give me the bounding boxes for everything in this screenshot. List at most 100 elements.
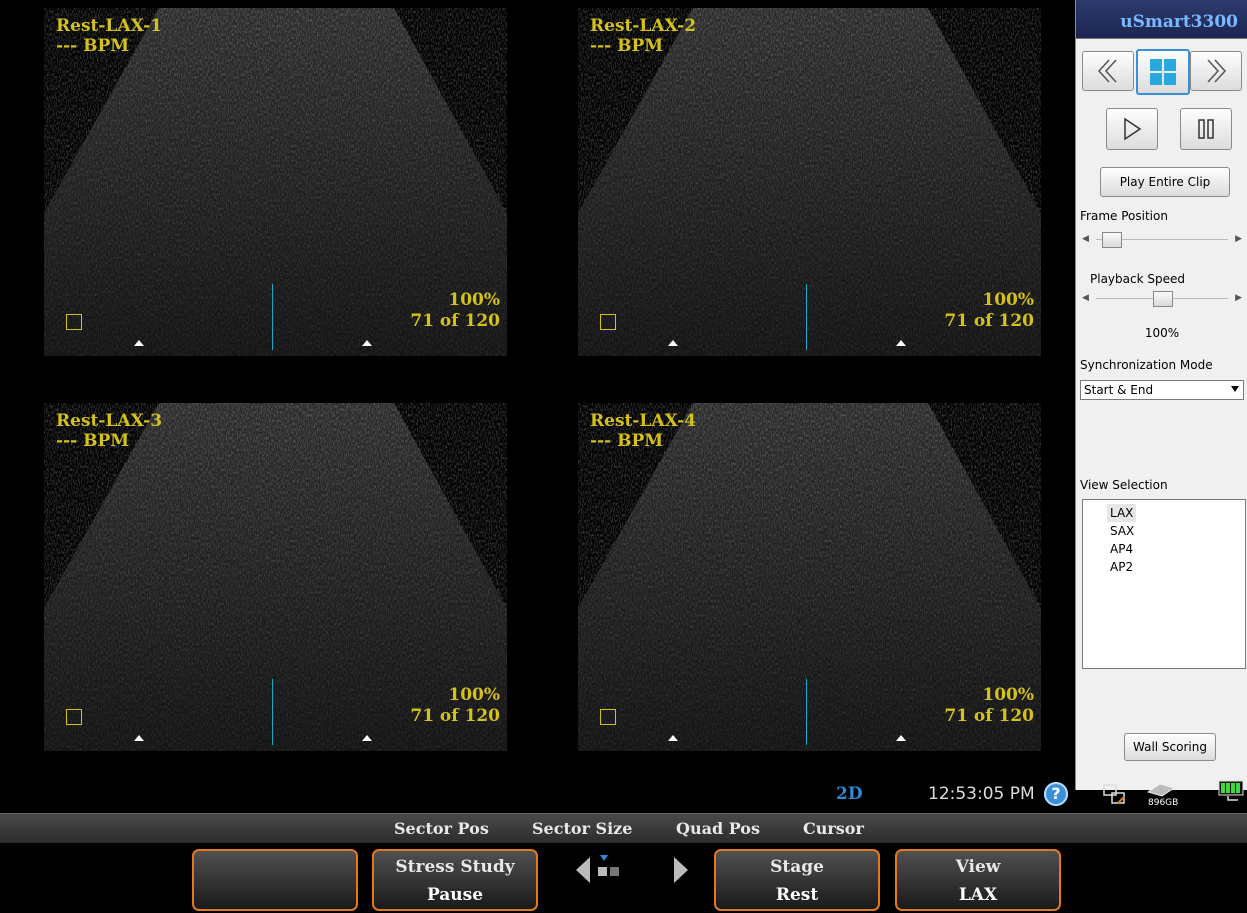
panel-header: uSmart3300 [1076, 0, 1247, 39]
ultrasound-sector [44, 8, 507, 356]
wall-scoring-button[interactable]: Wall Scoring [1124, 733, 1216, 761]
play-entire-clip-button[interactable]: Play Entire Clip [1100, 167, 1230, 197]
playback-speed-slider[interactable]: ◀ ▶ [1080, 291, 1244, 307]
battery-icon [1218, 780, 1244, 801]
heart-rate: --- BPM [590, 36, 664, 56]
frame-position-label: Frame Position [1080, 209, 1168, 223]
softkey-sector-size[interactable]: Sector Size [532, 819, 632, 838]
stress-study-key[interactable]: Stress Study Pause [372, 849, 538, 911]
play-icon [1124, 117, 1142, 141]
playback-speed-label: Playback Speed [1090, 272, 1185, 286]
previous-button[interactable] [1082, 51, 1134, 91]
stage-value: Rest [775, 885, 819, 905]
cursor-line[interactable] [272, 679, 273, 745]
slider-thumb[interactable] [1153, 291, 1173, 307]
quad-1[interactable]: Rest-LAX-1 --- BPM 100% 71 of 120 [0, 0, 534, 390]
list-item-ap2[interactable]: AP2 [1107, 558, 1136, 576]
view-selection-list[interactable]: LAX SAX AP4 AP2 [1082, 499, 1246, 669]
frame-counter: 71 of 120 [944, 706, 1034, 726]
brand-title: uSmart3300 [1120, 12, 1238, 32]
double-chevron-left-icon [1097, 59, 1117, 83]
frame-position-slider[interactable]: ◀ ▶ [1080, 232, 1244, 248]
playback-speed-readout: 100% [1144, 326, 1180, 340]
caret-down-icon [1231, 386, 1239, 392]
marker-left-icon [134, 340, 144, 346]
arrow-right-icon[interactable]: ▶ [1235, 293, 1242, 303]
list-item-lax[interactable]: LAX [1107, 504, 1137, 522]
cursor-line[interactable] [806, 284, 807, 350]
quad-layout-button[interactable] [1136, 49, 1190, 95]
marker-right-icon [362, 735, 372, 741]
zoom-level: 100% [448, 685, 500, 705]
network-icon [1103, 784, 1125, 804]
view-key[interactable]: View LAX [895, 849, 1061, 911]
arrow-right-icon[interactable]: ▶ [1235, 234, 1242, 244]
cursor-line[interactable] [272, 284, 273, 350]
ultrasound-sector [578, 8, 1041, 356]
disk-space: 896GB [1148, 798, 1179, 808]
zoom-level: 100% [982, 290, 1034, 310]
image-viewport[interactable]: Rest-LAX-1 --- BPM 100% 71 of 120 Rest-L… [0, 0, 1075, 810]
select-box-icon[interactable] [66, 709, 82, 725]
cine-control-panel: uSmart3300 Play Entire Clip Frame Positi… [1075, 0, 1247, 790]
stress-study-value: Pause [426, 885, 484, 905]
marker-left-icon [668, 340, 678, 346]
view-selection-label: View Selection [1080, 478, 1168, 492]
select-box-icon[interactable] [600, 314, 616, 330]
softkey-sector-pos[interactable]: Sector Pos [394, 819, 489, 838]
select-box-icon[interactable] [600, 709, 616, 725]
slider-thumb[interactable] [1102, 232, 1122, 248]
marker-left-icon [134, 735, 144, 741]
clip-title: Rest-LAX-2 [590, 16, 697, 36]
zoom-level: 100% [448, 290, 500, 310]
select-box-icon[interactable] [66, 314, 82, 330]
sync-mode-value: Start & End [1084, 383, 1154, 397]
pause-icon [1198, 119, 1214, 139]
softkey-quad-pos[interactable]: Quad Pos [676, 819, 760, 838]
softkey-bar: Sector Pos Sector Size Quad Pos Cursor [0, 813, 1247, 844]
heart-rate: --- BPM [56, 431, 130, 451]
zoom-level: 100% [982, 685, 1034, 705]
wall-scoring-label: Wall Scoring [1133, 740, 1207, 754]
clip-title: Rest-LAX-4 [590, 411, 697, 431]
stress-study-title: Stress Study [395, 857, 515, 877]
page-indicator-icon [598, 855, 619, 876]
clip-title: Rest-LAX-3 [56, 411, 163, 431]
list-item-sax[interactable]: SAX [1107, 522, 1137, 540]
cursor-line[interactable] [806, 679, 807, 745]
heart-rate: --- BPM [56, 36, 130, 56]
pause-button[interactable] [1180, 108, 1232, 150]
ultrasound-sector [44, 403, 507, 751]
clip-title: Rest-LAX-1 [56, 16, 163, 36]
ultrasound-sector [578, 403, 1041, 751]
arrow-left-icon[interactable]: ◀ [1082, 234, 1089, 244]
marker-right-icon [896, 340, 906, 346]
list-item-ap4[interactable]: AP4 [1107, 540, 1136, 558]
view-value: LAX [958, 885, 998, 905]
page-next-icon[interactable] [672, 855, 690, 885]
double-chevron-right-icon [1207, 59, 1227, 83]
play-entire-clip-label: Play Entire Clip [1119, 175, 1211, 189]
play-button[interactable] [1106, 108, 1158, 150]
stage-key[interactable]: Stage Rest [714, 849, 880, 911]
sync-mode-select[interactable]: Start & End [1080, 380, 1244, 400]
page-prev-icon[interactable] [574, 855, 592, 885]
marker-left-icon [668, 735, 678, 741]
quad-4[interactable]: Rest-LAX-4 --- BPM 100% 71 of 120 [534, 395, 1068, 785]
arrow-left-icon[interactable]: ◀ [1082, 293, 1089, 303]
empty-function-key[interactable] [192, 849, 358, 911]
disk-icon [1146, 783, 1176, 797]
help-icon[interactable]: ? [1044, 782, 1068, 806]
function-key-bar: Stress Study Pause Stage Rest View LAX [0, 843, 1247, 913]
sync-mode-label: Synchronization Mode [1080, 358, 1213, 372]
marker-right-icon [362, 340, 372, 346]
heart-rate: --- BPM [590, 431, 664, 451]
softkey-cursor[interactable]: Cursor [803, 819, 864, 838]
frame-counter: 71 of 120 [944, 311, 1034, 331]
next-button[interactable] [1190, 51, 1242, 91]
marker-right-icon [896, 735, 906, 741]
view-title: View [955, 857, 1001, 877]
quad-grid-icon [1150, 59, 1176, 85]
quad-3[interactable]: Rest-LAX-3 --- BPM 100% 71 of 120 [0, 395, 534, 785]
quad-2[interactable]: Rest-LAX-2 --- BPM 100% 71 of 120 [534, 0, 1068, 390]
